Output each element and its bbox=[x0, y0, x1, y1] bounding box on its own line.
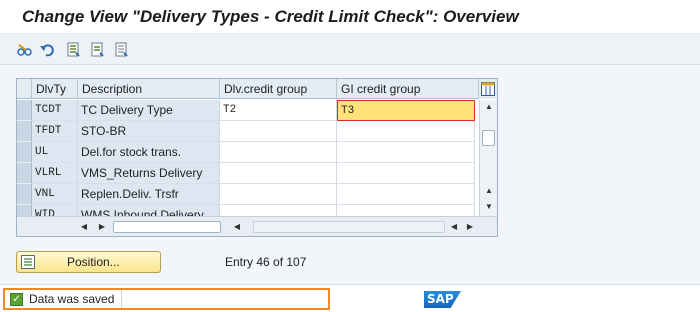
delivery-type-cell: VLRL bbox=[32, 163, 78, 184]
dlv-credit-group-input[interactable] bbox=[220, 205, 337, 216]
status-message-box[interactable]: ✓ Data was saved bbox=[3, 288, 330, 310]
page-title: Change View "Delivery Types - Credit Lim… bbox=[22, 7, 519, 26]
delivery-type-cell: TCDT bbox=[32, 100, 78, 121]
edit-glasses-icon[interactable] bbox=[17, 42, 33, 58]
gi-credit-group-input[interactable] bbox=[337, 121, 475, 142]
column-header-description[interactable]: Description bbox=[78, 79, 220, 99]
delivery-type-cell: WID bbox=[32, 205, 78, 216]
undo-icon[interactable] bbox=[40, 42, 56, 58]
scroll-left-icon[interactable]: ◀ bbox=[77, 222, 91, 231]
title-bar: Change View "Delivery Types - Credit Lim… bbox=[0, 0, 700, 34]
dlv-credit-group-input[interactable] bbox=[220, 142, 337, 163]
delivery-type-cell: VNL bbox=[32, 184, 78, 205]
sap-logo: SAP bbox=[424, 291, 461, 308]
table-settings-icon[interactable] bbox=[479, 79, 497, 99]
status-bar: ✓ Data was saved SAP bbox=[0, 284, 700, 312]
select-all-icon[interactable] bbox=[66, 42, 82, 58]
delivery-type-cell: UL bbox=[32, 142, 78, 163]
description-cell: Replen.Deliv. Trsfr bbox=[78, 184, 220, 205]
horizontal-scroll-track[interactable] bbox=[253, 221, 445, 233]
table-row: VLRL VMS_Returns Delivery bbox=[17, 163, 479, 184]
position-icon bbox=[21, 255, 35, 272]
description-cell: WMS Inbound Delivery bbox=[78, 205, 220, 216]
dlv-credit-group-input[interactable]: T2 bbox=[220, 100, 337, 121]
table-row: UL Del.for stock trans. bbox=[17, 142, 479, 163]
table-row: WID WMS Inbound Delivery bbox=[17, 205, 479, 216]
dlv-credit-group-input[interactable] bbox=[220, 184, 337, 205]
horizontal-scroll-thumb-left[interactable] bbox=[113, 221, 221, 233]
gi-credit-group-input[interactable] bbox=[337, 205, 475, 216]
row-selector[interactable] bbox=[17, 121, 32, 142]
scroll-left-icon[interactable]: ◀ bbox=[230, 222, 244, 231]
row-selector[interactable] bbox=[17, 100, 32, 121]
scroll-left-icon[interactable]: ◀ bbox=[447, 222, 461, 231]
main-content: DlvTy Description Dlv.credit group GI cr… bbox=[0, 66, 700, 284]
column-header-dlv-credit-group[interactable]: Dlv.credit group bbox=[220, 79, 337, 99]
row-selector[interactable] bbox=[17, 163, 32, 184]
position-button-label: Position... bbox=[67, 255, 120, 269]
dlv-credit-group-input[interactable] bbox=[220, 163, 337, 184]
position-button[interactable]: Position... bbox=[16, 251, 161, 273]
select-all-header[interactable] bbox=[17, 79, 32, 99]
row-selector[interactable] bbox=[17, 184, 32, 205]
scroll-top-icon[interactable]: ▲ bbox=[482, 102, 496, 111]
dlv-credit-group-input[interactable] bbox=[220, 121, 337, 142]
column-header-gi-credit-group[interactable]: GI credit group bbox=[337, 79, 479, 99]
select-block-icon[interactable] bbox=[90, 42, 106, 58]
gi-credit-group-input[interactable] bbox=[337, 163, 475, 184]
row-selector[interactable] bbox=[17, 142, 32, 163]
row-selector[interactable] bbox=[17, 205, 32, 216]
delivery-type-cell: TFDT bbox=[32, 121, 78, 142]
delivery-types-table: DlvTy Description Dlv.credit group GI cr… bbox=[16, 78, 498, 237]
success-check-icon: ✓ bbox=[10, 293, 23, 306]
status-field-divider bbox=[121, 290, 328, 308]
table-header: DlvTy Description Dlv.credit group GI cr… bbox=[17, 79, 497, 99]
description-cell: TC Delivery Type bbox=[78, 100, 220, 121]
scroll-down-icon[interactable]: ▼ bbox=[482, 202, 496, 211]
table-row: TCDT TC Delivery Type T2 T3 bbox=[17, 100, 479, 121]
sap-logo-text: SAP bbox=[427, 292, 454, 306]
horizontal-scrollbar[interactable]: ◀ ▶ ◀ ◀ ▶ bbox=[17, 216, 497, 236]
gi-credit-group-input[interactable] bbox=[337, 142, 475, 163]
status-message: Data was saved bbox=[29, 292, 115, 306]
scroll-up-icon[interactable]: ▲ bbox=[482, 186, 496, 195]
vertical-scrollbar[interactable]: ▲ ▲ ▼ bbox=[479, 100, 497, 216]
description-cell: VMS_Returns Delivery bbox=[78, 163, 220, 184]
description-cell: Del.for stock trans. bbox=[78, 142, 220, 163]
table-row: TFDT STO-BR bbox=[17, 121, 479, 142]
gi-credit-group-input[interactable]: T3 bbox=[337, 100, 475, 121]
column-header-dlvty[interactable]: DlvTy bbox=[32, 79, 78, 99]
application-toolbar bbox=[0, 35, 700, 65]
description-cell: STO-BR bbox=[78, 121, 220, 142]
scroll-right-icon[interactable]: ▶ bbox=[463, 222, 477, 231]
deselect-all-icon[interactable] bbox=[114, 42, 130, 58]
gi-credit-group-input[interactable] bbox=[337, 184, 475, 205]
table-row: VNL Replen.Deliv. Trsfr bbox=[17, 184, 479, 205]
scroll-right-icon[interactable]: ▶ bbox=[95, 222, 109, 231]
vertical-scroll-thumb[interactable] bbox=[482, 130, 495, 146]
entry-counter: Entry 46 of 107 bbox=[225, 255, 307, 269]
